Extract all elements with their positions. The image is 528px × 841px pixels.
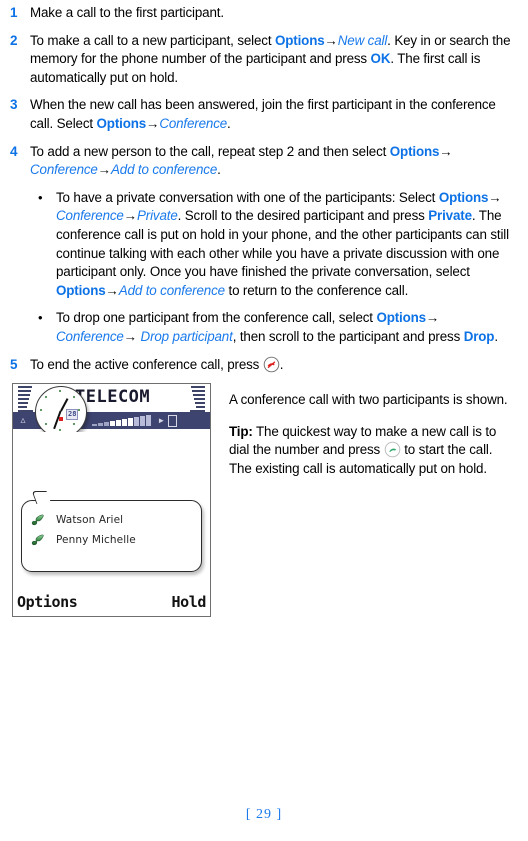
step-text: When the new call has been answered, joi… bbox=[30, 96, 516, 133]
body-text: To have a private conversation with one … bbox=[56, 189, 439, 205]
arrow-icon: → bbox=[439, 143, 453, 159]
end-call-icon bbox=[263, 356, 280, 373]
emphasis-bold: Options bbox=[376, 310, 426, 326]
step-1: 1 Make a call to the first participant. bbox=[8, 4, 516, 23]
body-text: . bbox=[217, 162, 221, 178]
softkey-hold[interactable]: Hold bbox=[171, 593, 206, 611]
figure-tip: Tip: The quickest way to make a new call… bbox=[229, 423, 516, 479]
clock-center-dot bbox=[59, 417, 63, 422]
bullet-icon: • bbox=[38, 310, 43, 326]
emphasis-bold: Options bbox=[438, 189, 489, 205]
menu-item-italic: Conference bbox=[56, 328, 124, 344]
emphasis-bold: Options bbox=[274, 32, 325, 48]
signal-bars-left-icon bbox=[18, 386, 34, 413]
menu-item-italic: Conference bbox=[159, 115, 228, 131]
step-number: 5 bbox=[10, 356, 18, 372]
figure-caption: A conference call with two participants … bbox=[211, 383, 516, 491]
menu-item-italic: Drop participant bbox=[140, 328, 233, 344]
body-text: To drop one participant from the confere… bbox=[56, 310, 377, 326]
step-text: To make a call to a new participant, sel… bbox=[30, 32, 516, 88]
step-number: 4 bbox=[10, 143, 18, 159]
body-text: . bbox=[227, 115, 231, 131]
phone-screenshot: TELECOM ▵ ◄ ♪ ► bbox=[12, 383, 211, 618]
step-5-text-before: To end the active conference call, press bbox=[30, 356, 263, 372]
handset-icon bbox=[30, 513, 47, 527]
arrow-icon: → bbox=[97, 162, 111, 178]
date-badge: 28 bbox=[66, 409, 79, 421]
step-5-text-after: . bbox=[279, 356, 284, 372]
signal-bars-right-icon bbox=[189, 386, 205, 413]
figure-row: TELECOM ▵ ◄ ♪ ► bbox=[8, 383, 516, 618]
step-text: To add a new person to the call, repeat … bbox=[30, 143, 516, 180]
step-3: 3 When the new call has been answered, jo… bbox=[8, 96, 516, 133]
menu-item-italic: New call bbox=[337, 32, 388, 48]
call-participant-row[interactable]: Penny Michelle bbox=[30, 530, 201, 550]
phone-canvas: Watson Ariel Penny Michelle bbox=[13, 432, 210, 587]
body-text: To add a new person to the call, repeat … bbox=[30, 143, 390, 159]
arrow-icon: → bbox=[105, 282, 119, 298]
arrow-icon: → bbox=[324, 32, 338, 48]
body-text: . Scroll to the desired participant and … bbox=[177, 208, 429, 224]
menu-item-italic: Add to conference bbox=[110, 162, 218, 178]
antenna-icon: ▵ bbox=[20, 414, 26, 426]
menu-item-italic: Conference bbox=[56, 208, 124, 224]
arrow-icon: → bbox=[123, 328, 141, 344]
tip-label: Tip: bbox=[229, 423, 253, 439]
phone-softkeys: Options Hold bbox=[13, 588, 210, 616]
emphasis-bold: Options bbox=[96, 115, 147, 131]
bullet-item: • To drop one participant from the confer… bbox=[8, 309, 516, 346]
step-number: 2 bbox=[10, 32, 18, 48]
step-number: 1 bbox=[10, 5, 18, 20]
participant-name: Watson Ariel bbox=[56, 514, 124, 527]
call-icon bbox=[384, 441, 401, 458]
participant-name: Penny Michelle bbox=[56, 534, 136, 547]
emphasis-bold: Drop bbox=[463, 328, 495, 344]
emphasis-bold: OK bbox=[370, 51, 391, 67]
body-text: To make a call to a new participant, sel… bbox=[30, 32, 275, 48]
arrow-icon: → bbox=[123, 208, 137, 224]
volume-meter-icon bbox=[92, 415, 152, 427]
call-participant-list: Watson Ariel Penny Michelle bbox=[30, 510, 201, 550]
numbered-steps: 1 Make a call to the first participant. 2 T… bbox=[8, 4, 516, 180]
call-bubble: Watson Ariel Penny Michelle bbox=[21, 500, 202, 573]
emphasis-bold: Options bbox=[56, 282, 106, 298]
arrow-icon: → bbox=[146, 115, 160, 131]
manual-page: 1 Make a call to the first participant. 2 T… bbox=[0, 0, 528, 841]
emphasis-bold: Private bbox=[428, 208, 472, 224]
step-text: Make a call to the first participant. bbox=[30, 4, 516, 23]
page-number: [ 29 ] bbox=[245, 807, 283, 822]
step-2: 2 To make a call to a new participant, se… bbox=[8, 32, 516, 88]
menu-item-italic: Private bbox=[136, 208, 178, 224]
step-4: 4 To add a new person to the call, repeat… bbox=[8, 143, 516, 180]
body-text: , then scroll to the participant and pre… bbox=[232, 328, 464, 344]
figure-description: A conference call with two participants … bbox=[229, 392, 508, 408]
handset-icon bbox=[30, 533, 47, 547]
arrow-icon: → bbox=[425, 310, 440, 326]
phone-header: TELECOM ▵ ◄ ♪ ► bbox=[13, 384, 210, 439]
bullet-list: • To have a private conversation with one… bbox=[8, 189, 516, 347]
emphasis-bold: Options bbox=[389, 143, 440, 159]
bullet-text: To drop one participant from the confere… bbox=[56, 309, 516, 346]
bullet-text: To have a private conversation with one … bbox=[56, 189, 516, 301]
menu-item-italic: Conference bbox=[30, 162, 98, 178]
battery-icon bbox=[168, 414, 178, 427]
body-text: . bbox=[494, 328, 498, 344]
bullet-icon: • bbox=[38, 189, 43, 205]
step-text: To end the active conference call, press… bbox=[30, 356, 516, 375]
operator-name: TELECOM bbox=[75, 387, 151, 408]
menu-item-italic: Add to conference bbox=[118, 282, 225, 298]
body-text: Make a call to the first participant. bbox=[30, 5, 224, 20]
step-5: 5 To end the active conference call, pre… bbox=[8, 356, 516, 375]
right-arrow-icon: ► bbox=[157, 416, 166, 426]
call-participant-row[interactable]: Watson Ariel bbox=[30, 510, 201, 530]
bullet-item: • To have a private conversation with one… bbox=[8, 189, 516, 301]
step-number: 3 bbox=[10, 97, 18, 113]
body-text: to return to the conference call. bbox=[224, 282, 409, 298]
arrow-icon: → bbox=[488, 189, 502, 205]
clock-icon: 28 bbox=[35, 386, 87, 439]
softkey-options[interactable]: Options bbox=[17, 593, 78, 611]
